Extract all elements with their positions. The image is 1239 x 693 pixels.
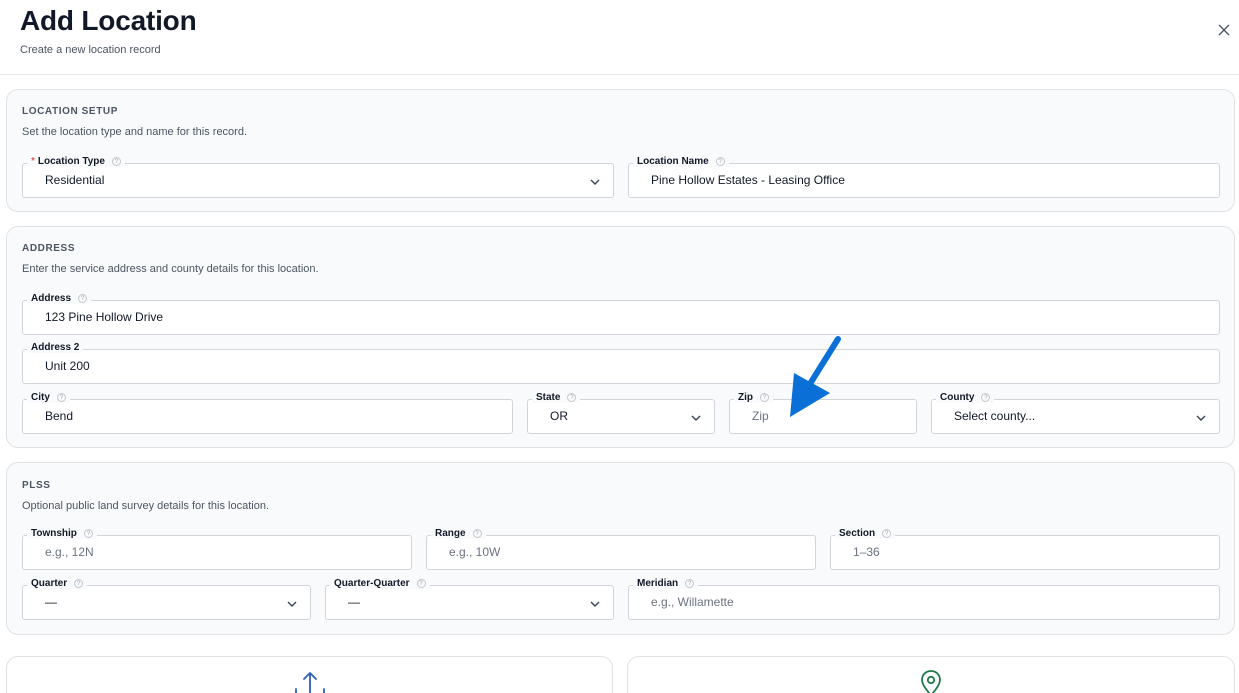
help-icon[interactable]: ?: [78, 294, 88, 303]
range-placeholder: e.g., 10W: [449, 545, 501, 559]
help-icon[interactable]: ?: [83, 529, 93, 538]
help-icon[interactable]: ?: [882, 529, 892, 538]
section-description: Enter the service address and county det…: [22, 263, 319, 275]
help-icon[interactable]: ?: [981, 393, 991, 402]
section-description: Optional public land survey details for …: [22, 500, 270, 512]
label-text: Range: [435, 528, 466, 539]
address-section: ADDRESS Enter the service address and co…: [6, 226, 1235, 448]
chevron-down-icon: [691, 415, 701, 421]
help-icon[interactable]: ?: [567, 393, 577, 402]
label-text: City: [31, 392, 50, 403]
quarter-quarter-value: —: [348, 595, 360, 609]
chevron-down-icon: [590, 601, 600, 607]
close-icon: [1218, 24, 1230, 36]
help-icon[interactable]: ?: [760, 393, 769, 402]
arrow-icon: [790, 336, 841, 417]
city-label: City ?: [27, 392, 70, 403]
county-label: County ?: [936, 392, 995, 403]
chevron-down-icon: [1196, 415, 1206, 421]
county-select[interactable]: County ? Select county...: [931, 392, 1220, 434]
label-text: State: [536, 392, 561, 403]
map-location-tile[interactable]: [627, 656, 1235, 693]
label-text: County: [940, 392, 975, 403]
label-text: Address: [31, 293, 72, 304]
help-icon[interactable]: ?: [685, 579, 695, 588]
meridian-field[interactable]: Meridian ? e.g., Willamette: [628, 578, 1220, 620]
location-name-field[interactable]: Location Name ? Pine Hollow Estates - Le…: [628, 156, 1220, 198]
address-value: 123 Pine Hollow Drive: [45, 310, 164, 324]
section-label: Section ?: [835, 528, 896, 539]
quarter-quarter-label: Quarter-Quarter ?: [330, 578, 430, 589]
label-text: Quarter-Quarter: [334, 578, 410, 589]
page-subtitle: Create a new location record: [20, 44, 161, 56]
dialog-header: Add Location Create a new location recor…: [0, 0, 1239, 75]
quarter-select[interactable]: Quarter ? —: [22, 578, 311, 620]
section-title: ADDRESS: [22, 243, 76, 254]
section-field[interactable]: Section ? 1–36: [830, 528, 1220, 570]
city-value: Bend: [45, 409, 74, 423]
required-marker: *: [31, 156, 35, 167]
city-field[interactable]: City ? Bend: [22, 392, 513, 434]
help-icon[interactable]: ?: [472, 529, 482, 538]
address2-value: Unit 200: [45, 359, 90, 373]
help-icon[interactable]: ?: [111, 157, 121, 166]
section-title: LOCATION SETUP: [22, 106, 118, 117]
plss-section: PLSS Optional public land survey details…: [6, 462, 1235, 635]
state-select[interactable]: State ? OR: [527, 392, 715, 434]
township-label: Township ?: [27, 528, 97, 539]
label-text: Address 2: [31, 342, 80, 353]
township-placeholder: e.g., 12N: [45, 545, 94, 559]
location-type-value: Residential: [45, 173, 105, 187]
quarter-quarter-select[interactable]: Quarter-Quarter ? —: [325, 578, 614, 620]
location-type-select[interactable]: * Location Type ? Residential: [22, 156, 614, 198]
range-label: Range ?: [431, 528, 486, 539]
help-icon[interactable]: ?: [56, 393, 66, 402]
location-name-label: Location Name ?: [633, 156, 729, 167]
map-pin-icon: [921, 670, 941, 693]
meridian-label: Meridian ?: [633, 578, 699, 589]
page-title: Add Location: [20, 5, 197, 36]
section-description: Set the location type and name for this …: [22, 126, 248, 138]
help-icon[interactable]: ?: [74, 579, 84, 588]
label-text: Quarter: [31, 578, 68, 589]
state-label: State ?: [532, 392, 581, 403]
range-field[interactable]: Range ? e.g., 10W: [426, 528, 816, 570]
help-icon[interactable]: ?: [416, 579, 426, 588]
label-text: Location Name: [637, 156, 709, 167]
chevron-down-icon: [590, 179, 600, 185]
section-placeholder: 1–36: [853, 545, 880, 559]
label-text: Meridian: [637, 578, 679, 589]
quarter-label: Quarter ?: [27, 578, 88, 589]
upload-tile[interactable]: [6, 656, 613, 693]
location-name-value: Pine Hollow Estates - Leasing Office: [651, 173, 845, 187]
add-location-dialog: Add Location Create a new location recor…: [0, 0, 1239, 693]
label-text: Township: [31, 528, 77, 539]
county-placeholder: Select county...: [954, 409, 1036, 423]
chevron-down-icon: [287, 601, 297, 607]
help-icon[interactable]: ?: [715, 157, 725, 166]
address-label: Address ?: [27, 293, 92, 304]
address2-label: Address 2: [27, 342, 84, 353]
meridian-placeholder: e.g., Willamette: [651, 595, 734, 609]
state-value: OR: [550, 409, 568, 423]
quarter-value: —: [45, 595, 57, 609]
township-field[interactable]: Township ? e.g., 12N: [22, 528, 412, 570]
zip-placeholder: Zip: [752, 409, 769, 423]
address2-field[interactable]: Address 2 Unit 200: [22, 342, 1220, 384]
section-title: PLSS: [22, 480, 51, 491]
zip-label: Zip ?: [734, 392, 773, 403]
close-button[interactable]: [1213, 19, 1235, 41]
label-text: Zip: [738, 392, 753, 403]
upload-icon: [295, 672, 325, 693]
label-text: Location Type: [37, 156, 105, 167]
location-type-label: * Location Type ?: [27, 156, 125, 167]
label-text: Section: [839, 528, 876, 539]
location-setup-section: LOCATION SETUP Set the location type and…: [6, 89, 1235, 212]
address-field[interactable]: Address ? 123 Pine Hollow Drive: [22, 293, 1220, 335]
